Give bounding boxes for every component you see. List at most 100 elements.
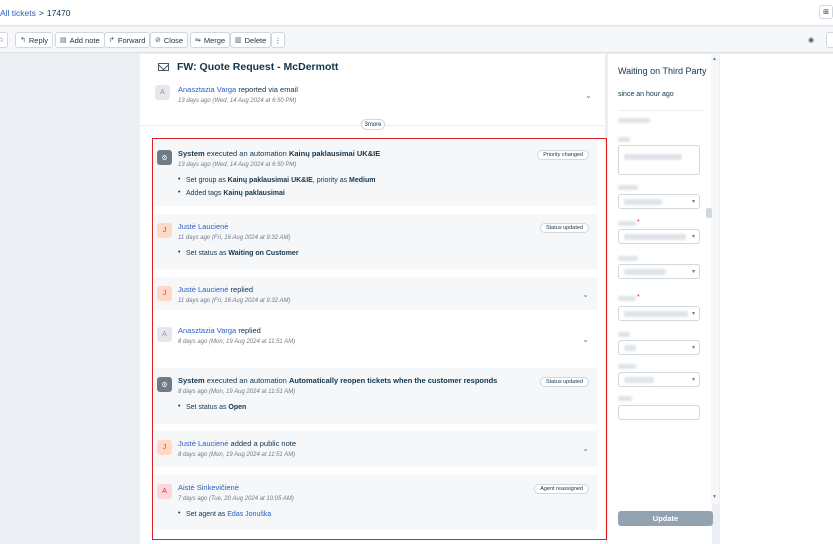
avatar: A (155, 85, 170, 100)
toolbar-overflow-button[interactable] (826, 32, 833, 48)
merge-button[interactable]: ⇋ Merge (190, 32, 231, 48)
avatar: J (157, 223, 172, 238)
star-button[interactable]: ☆ (0, 32, 8, 48)
chevron-down-icon[interactable]: ⌄ (582, 290, 589, 299)
all-tickets-link[interactable]: All tickets (0, 8, 36, 18)
expand-icon[interactable]: ⊞ (819, 5, 833, 19)
redacted-value (624, 377, 654, 383)
actor-name[interactable]: Justė Laucienė (178, 222, 228, 231)
status-select[interactable]: ▾ (618, 229, 700, 244)
star-icon: ☆ (0, 37, 5, 44)
type-select[interactable]: ▾ (618, 194, 700, 209)
redacted-label (618, 221, 636, 226)
avatar: A (157, 327, 172, 342)
ticket-subject: FW: Quote Request - McDermott (158, 61, 338, 73)
change-value: Kainų paklausimai (223, 190, 285, 197)
tags-field[interactable] (618, 145, 700, 175)
activity-text: executed an automation (206, 376, 287, 385)
forward-button[interactable]: ↱ Forward (104, 32, 151, 48)
show-more-button[interactable]: 3more (361, 119, 385, 130)
automation-name: Automatically reopen tickets when the cu… (288, 376, 498, 385)
chevron-down-icon[interactable]: ⌄ (582, 444, 589, 453)
activity-card: ⚙ System executed an automation Kainų pa… (154, 141, 597, 206)
agent-select[interactable]: ▾ (618, 340, 700, 355)
activity-card: ⚙ System executed an automation Automati… (154, 368, 597, 424)
activity-text: executed an automation (206, 149, 287, 158)
more-actions-button[interactable]: ⋮ (271, 32, 285, 48)
redacted-label (618, 396, 632, 401)
reporter-action: reported via email (238, 85, 298, 94)
priority-select[interactable]: ▾ (618, 264, 700, 279)
chevron-down-icon: ▾ (691, 377, 695, 383)
agent-link[interactable]: Edas Jonuška (227, 511, 271, 518)
breadcrumb-separator: > (38, 8, 44, 18)
activity-reply[interactable]: J Justė Laucienė replied 11 days ago (Fr… (154, 277, 597, 310)
status-badge: Priority changed (537, 150, 589, 160)
add-note-label: Add note (69, 35, 100, 45)
eye-icon[interactable]: ◉ (808, 36, 814, 44)
list-item: Set status as Open (178, 403, 497, 411)
status-badge: Status updated (539, 377, 589, 387)
close-button[interactable]: ⊘ Close (150, 32, 189, 48)
automation-name: Kainų paklausimai UK&IE (288, 149, 381, 158)
change-value: Open (228, 404, 247, 411)
update-button[interactable]: Update (618, 511, 713, 526)
merge-icon: ⇋ (195, 37, 201, 44)
redacted-value (624, 269, 666, 275)
reply-icon: ↰ (20, 37, 26, 44)
redacted-value (624, 199, 662, 205)
avatar: A (157, 484, 172, 499)
reply-button[interactable]: ↰ Reply (15, 32, 54, 48)
activity-card: J Justė Laucienė 11 days ago (Fri, 16 Au… (154, 214, 597, 269)
list-item: Set agent as Edas Jonuška (178, 510, 294, 518)
system-gear-icon: ⚙ (157, 150, 172, 165)
change-text: Set status as (186, 404, 227, 411)
ticket-status: Waiting on Third Party (618, 66, 707, 76)
reporter-time: 13 days ago (Wed, 14 Aug 2024 at 6:50 PM… (178, 98, 297, 104)
panel-resize-handle[interactable] (706, 208, 712, 218)
reporter-row[interactable]: A Anasztazia Varga reported via email 13… (155, 85, 595, 113)
note-icon: ▤ (60, 37, 67, 44)
scroll-up-icon[interactable]: ▲ (712, 56, 717, 62)
activity-changes: Set status as Waiting on Customer (178, 249, 299, 257)
activity-note[interactable]: J Justė Laucienė added a public note 8 d… (154, 431, 597, 467)
required-mark: * (637, 294, 640, 301)
status-badge: Agent reassigned (534, 484, 589, 494)
list-item: Set status as Waiting on Customer (178, 249, 299, 257)
avatar: J (157, 286, 172, 301)
delete-button[interactable]: ▥ Delete (230, 32, 272, 48)
reply-label: Reply (28, 35, 49, 45)
panel-scrollbar[interactable] (711, 54, 719, 504)
actor-name[interactable]: Justė Laucienė (178, 439, 228, 448)
activity-changes: Set status as Open (178, 403, 497, 411)
actor-name[interactable]: Justė Laucienė (178, 285, 228, 294)
add-note-button[interactable]: ▤ Add note (55, 32, 105, 48)
activity-time: 7 days ago (Tue, 20 Aug 2024 at 10:05 AM… (178, 496, 294, 502)
scroll-down-icon[interactable]: ▼ (712, 494, 717, 500)
chevron-down-icon[interactable]: ⌄ (582, 335, 589, 344)
product-select[interactable]: ▾ (618, 372, 700, 387)
activity-action: replied (230, 285, 254, 294)
redacted-label (618, 185, 638, 190)
chevron-down-icon: ▾ (691, 199, 695, 205)
chevron-down-icon[interactable]: ⌄ (585, 91, 592, 100)
status-since: since an hour ago (618, 91, 674, 98)
activity-reply[interactable]: A Anasztazia Varga replied 8 days ago (M… (154, 318, 597, 364)
actor-name[interactable]: Aistė Sinkevičienė (178, 483, 239, 492)
change-text: Set group as (186, 177, 226, 184)
change-text: Added tags (186, 190, 222, 197)
actor-name: System (178, 376, 205, 385)
actor-name[interactable]: Anasztazia Varga (178, 326, 236, 335)
breadcrumb: All tickets >17470 (0, 8, 71, 18)
group-select[interactable]: ▾ (618, 306, 700, 321)
activity-time: 11 days ago (Fri, 16 Aug 2024 at 9:32 AM… (178, 298, 291, 304)
redacted-label (618, 296, 636, 301)
text-field[interactable] (618, 405, 700, 420)
email-icon (158, 63, 169, 71)
delete-icon: ▥ (235, 37, 242, 44)
top-bar: All tickets >17470 ⊞ (0, 0, 833, 26)
change-text: , priority as (312, 177, 348, 184)
reporter-name[interactable]: Anasztazia Varga (178, 85, 236, 94)
redacted-label (618, 332, 630, 337)
change-value: Waiting on Customer (228, 250, 299, 257)
